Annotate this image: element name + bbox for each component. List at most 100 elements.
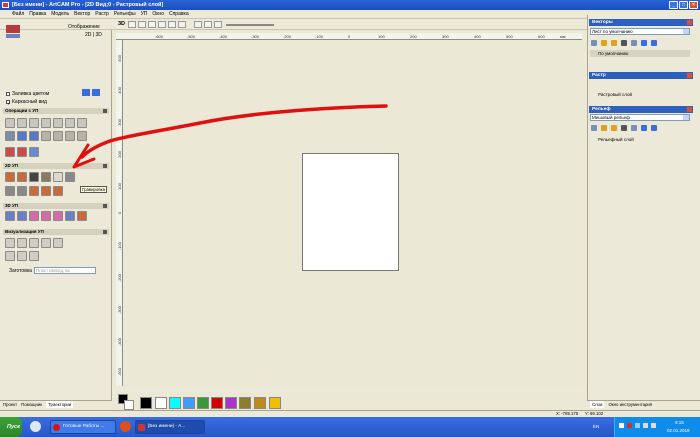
visibility-icon[interactable] [641,125,647,131]
tray-icon[interactable] [627,423,632,428]
merge-icon[interactable] [631,125,637,131]
menu-edit[interactable]: Правка [29,11,46,17]
vector-layer-item[interactable]: По умолчанию [590,50,690,57]
folder-icon[interactable] [611,125,617,131]
toolpath-2d-icon[interactable] [53,186,63,196]
taskbar-item-opera[interactable]: Готовые Работы ... [50,420,116,434]
zoom-fit-icon[interactable] [148,21,156,28]
color-swatch[interactable] [169,397,181,409]
speed-slider[interactable] [226,24,274,26]
menu-vector[interactable]: Вектор [74,11,90,17]
arrow-icon[interactable] [651,40,657,46]
tab-toolbox[interactable]: Окно инструментария [608,401,652,408]
close-button[interactable]: × [689,1,698,9]
simulation-icon[interactable] [29,251,39,261]
tab-assistant[interactable]: Помощник [21,401,42,408]
toolpath-op-icon[interactable] [29,131,39,141]
tray-icon[interactable] [619,423,624,428]
color-swatch[interactable] [269,397,281,409]
menu-model[interactable]: Модель [51,11,69,17]
chevron-down-icon[interactable] [103,230,107,234]
color-swatch[interactable] [140,397,152,409]
display-2d3d[interactable]: 2D | 3D [85,32,102,38]
color-swatch[interactable] [197,397,209,409]
chevron-down-icon[interactable] [103,204,107,208]
toolpath-op-icon[interactable] [17,118,27,128]
color-swatch[interactable] [239,397,251,409]
move-icon[interactable] [631,40,637,46]
zoom-out-icon[interactable] [138,21,146,28]
menu-toolpaths[interactable]: УП [141,11,148,17]
tab-toolpaths[interactable]: Траектории [46,401,74,408]
open-relief-icon[interactable] [601,125,607,131]
start-button[interactable]: Пуск [0,417,22,437]
vector-layer-select[interactable]: Лист по умолчанию [590,28,690,35]
toolpath-op-icon[interactable] [29,147,39,157]
menu-file[interactable]: Файл [12,11,24,17]
folder-icon[interactable] [611,40,617,46]
raster-layer-item[interactable]: Растровый слой [590,91,690,98]
toolpath-op-icon[interactable] [17,147,27,157]
color-swatch[interactable] [225,397,237,409]
close-icon[interactable] [687,73,692,78]
toolpath-2d-icon[interactable] [29,186,39,196]
toolpath-op-icon[interactable] [17,131,27,141]
grid-icon[interactable] [178,21,186,28]
visibility-icon[interactable] [641,40,647,46]
browser-icon[interactable] [30,421,41,432]
simulation-icon[interactable] [17,238,27,248]
drill-icon[interactable] [29,172,39,182]
toolpath-3d-icon[interactable] [29,211,39,221]
toolpath-2d-icon[interactable] [5,186,15,196]
step-icon[interactable] [214,21,222,28]
toolpath-3d-icon[interactable] [17,211,27,221]
network-icon[interactable] [643,423,648,428]
relief-layer-item[interactable]: Рельефный слой [590,136,690,143]
toolpath-3d-icon[interactable] [77,211,87,221]
pocket-icon[interactable] [17,172,27,182]
pan-icon[interactable] [168,21,176,28]
fill-color-checkbox[interactable] [6,92,10,96]
toolpath-op-icon[interactable] [5,147,15,157]
tab-layers[interactable]: Слои [590,401,605,408]
inlay-icon[interactable] [41,172,51,182]
close-icon[interactable] [687,20,692,25]
toolpath-op-icon[interactable] [5,118,15,128]
secondary-color[interactable] [124,400,134,410]
lock-icon[interactable] [621,40,627,46]
toolpath-2d-icon[interactable] [41,186,51,196]
minimize-button[interactable]: _ [669,1,678,9]
toolpath-2d-icon[interactable] [17,186,27,196]
new-layer-icon[interactable] [591,40,597,46]
toolpath-3d-icon[interactable] [41,211,51,221]
new-relief-icon[interactable] [591,125,597,131]
toolpath-3d-icon[interactable] [53,211,63,221]
color-swatch[interactable] [155,397,167,409]
menu-window[interactable]: Окно [152,11,164,17]
section-toolpath-visual[interactable]: Визуализация УП [3,229,109,235]
open-layer-icon[interactable] [601,40,607,46]
color-swatch[interactable] [254,397,266,409]
toolpath-op-icon[interactable] [41,118,51,128]
zoom-in-icon[interactable] [128,21,136,28]
simulation-icon[interactable] [41,238,51,248]
simulation-icon[interactable] [53,238,63,248]
toolpath-3d-icon[interactable] [5,211,15,221]
workpiece-select[interactable]: Пласт имп/пд, 5х [34,267,96,274]
simulation-icon[interactable] [29,238,39,248]
profile-icon[interactable] [5,172,15,182]
menu-reliefs[interactable]: Рельефы [114,11,136,17]
toolpath-op-icon[interactable] [29,118,39,128]
section-3d-toolpaths[interactable]: 3D УП [3,203,109,209]
lang-indicator[interactable]: EN [593,424,599,429]
simulation-icon[interactable] [5,238,15,248]
tab-project[interactable]: Проект [3,401,17,408]
zoom-window-icon[interactable] [158,21,166,28]
play-icon[interactable] [194,21,202,28]
toolpath-op-icon[interactable] [41,131,51,141]
color-swatch[interactable] [211,397,223,409]
simulation-icon[interactable] [5,251,15,261]
arrow-icon[interactable] [651,125,657,131]
simulation-icon[interactable] [17,251,27,261]
volume-icon[interactable] [651,423,656,428]
